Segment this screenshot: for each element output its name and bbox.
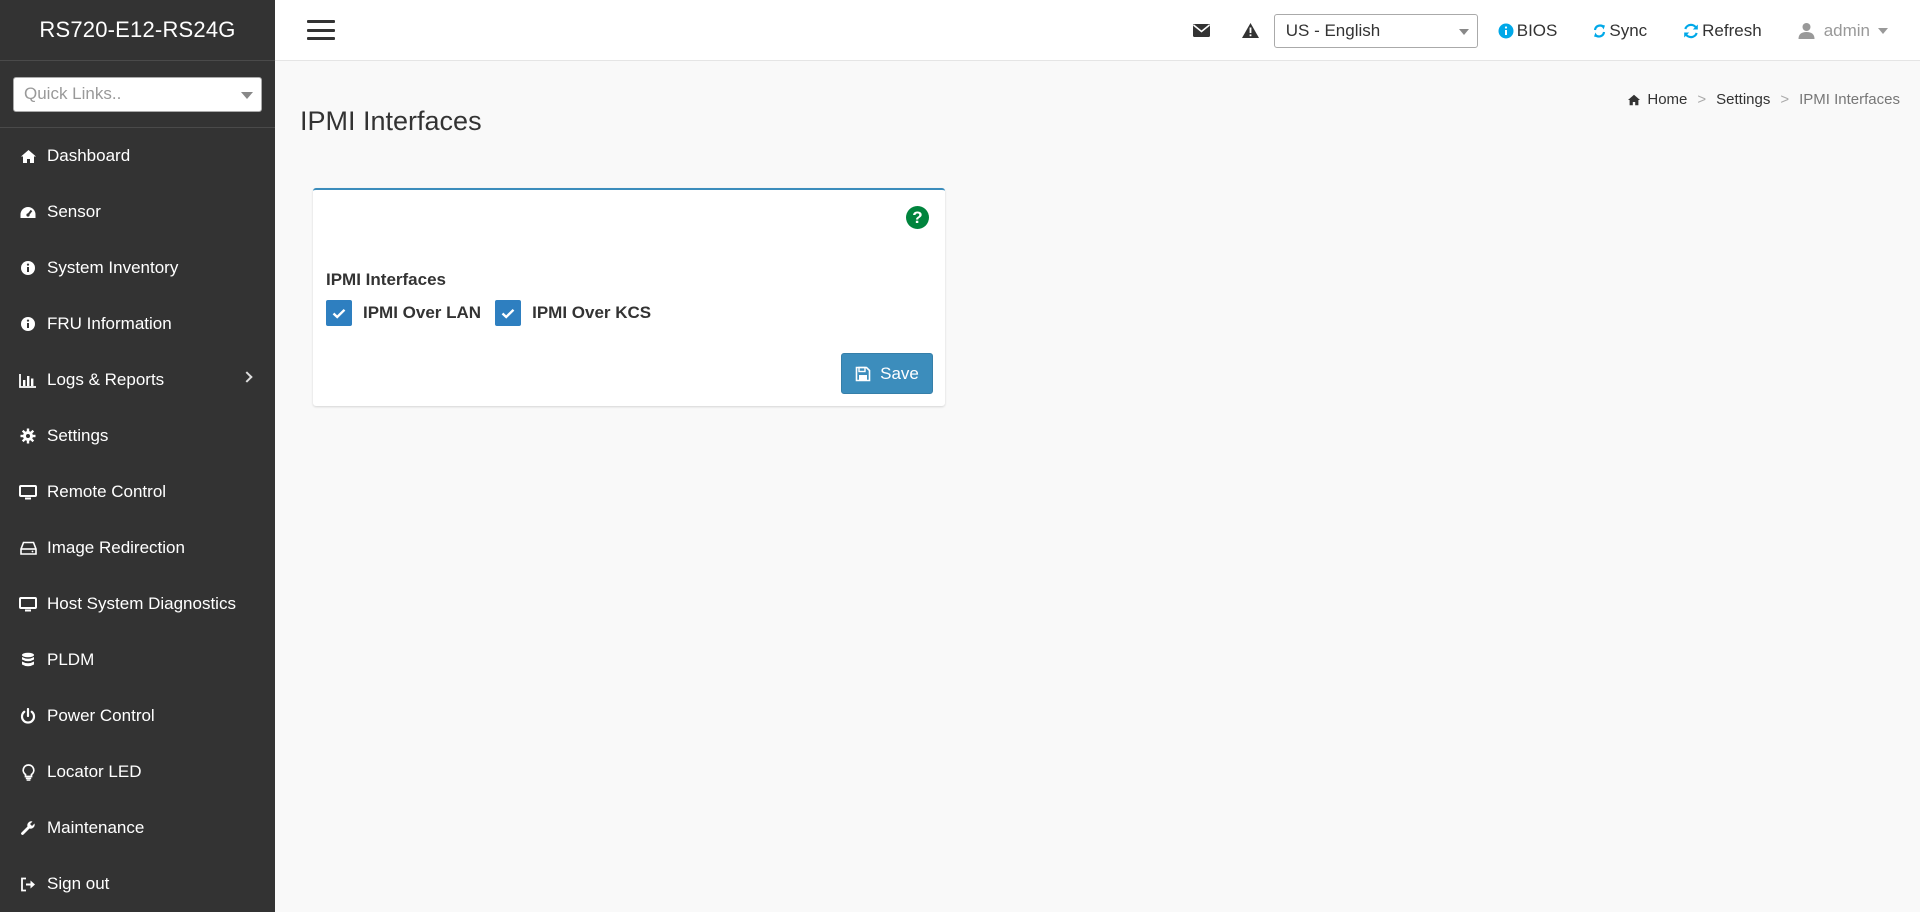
sidebar-item-label: FRU Information [47, 314, 172, 333]
user-menu[interactable]: admin [1798, 21, 1888, 41]
sidebar-item-logs-reports[interactable]: Logs & Reports [0, 352, 275, 408]
gear-icon [18, 427, 38, 445]
info-icon [18, 315, 38, 333]
section-label: IPMI Interfaces [326, 270, 446, 289]
dashboard-gauge-icon [18, 203, 38, 221]
ipmi-over-lan-checkbox[interactable]: IPMI Over LAN [326, 300, 481, 326]
checkbox-checked[interactable] [326, 300, 352, 326]
top-bar: US - English BIOS Sync Refresh admin [275, 0, 1920, 61]
sidebar-item-host-system-diagnostics[interactable]: Host System Diagnostics [0, 576, 275, 632]
info-circle-icon [1498, 23, 1514, 39]
chevron-down-icon [1458, 28, 1469, 35]
hdd-icon [18, 539, 38, 557]
sidebar-item-label: PLDM [47, 650, 95, 669]
lightbulb-icon [18, 763, 38, 781]
floppy-disk-icon [855, 366, 871, 381]
quick-links-container: Quick Links.. [0, 61, 275, 128]
chevron-down-icon [1878, 27, 1888, 34]
wrench-icon [18, 819, 38, 837]
user-label: admin [1823, 20, 1870, 40]
quick-links-placeholder: Quick Links.. [24, 84, 122, 103]
sidebar-item-label: Settings [47, 426, 109, 445]
check-icon [501, 308, 515, 319]
save-label: Save [880, 363, 919, 383]
breadcrumb-home-label: Home [1647, 91, 1688, 108]
sidebar-item-fru-information[interactable]: FRU Information [0, 296, 275, 352]
sidebar-item-label: Sensor [47, 202, 101, 221]
checkbox-label: IPMI Over KCS [532, 303, 652, 322]
sidebar-nav: Dashboard Sensor System Inventory FRU In… [0, 128, 275, 912]
sidebar-item-image-redirection[interactable]: Image Redirection [0, 520, 275, 576]
warning-icon[interactable] [1241, 22, 1260, 39]
envelope-icon[interactable] [1192, 23, 1211, 38]
hamburger-menu-icon[interactable] [307, 20, 335, 40]
sync-icon [1593, 23, 1606, 39]
checkbox-group: IPMI Over LAN IPMI Over KCS [326, 300, 665, 326]
top-right-controls: US - English BIOS Sync Refresh admin [1192, 0, 1920, 61]
sidebar-item-label: Sign out [47, 874, 110, 893]
bios-label: BIOS [1516, 20, 1558, 40]
ipmi-interfaces-card: ? IPMI Interfaces IPMI Over LAN IPMI Ove… [313, 188, 945, 406]
sidebar-item-pldm[interactable]: PLDM [0, 632, 275, 688]
sidebar: RS720-E12-RS24G Quick Links.. Dashboard … [0, 0, 275, 912]
monitor-icon [18, 595, 38, 613]
sidebar-item-sign-out[interactable]: Sign out [0, 856, 275, 912]
sidebar-item-power-control[interactable]: Power Control [0, 688, 275, 744]
sidebar-item-dashboard[interactable]: Dashboard [0, 128, 275, 184]
help-icon[interactable]: ? [906, 206, 929, 229]
sign-out-icon [18, 875, 38, 893]
refresh-icon [1683, 23, 1699, 39]
bios-link[interactable]: BIOS [1498, 20, 1558, 41]
refresh-link[interactable]: Refresh [1683, 21, 1762, 41]
sidebar-item-sensor[interactable]: Sensor [0, 184, 275, 240]
user-icon [1798, 22, 1815, 39]
info-icon [18, 259, 38, 277]
save-button[interactable]: Save [841, 353, 933, 394]
breadcrumb-settings[interactable]: Settings [1716, 91, 1770, 108]
ipmi-over-kcs-checkbox[interactable]: IPMI Over KCS [495, 300, 651, 326]
page-title: IPMI Interfaces [300, 106, 482, 136]
sync-label: Sync [1609, 20, 1648, 40]
chevron-down-icon [241, 91, 253, 99]
checkbox-label: IPMI Over LAN [363, 303, 482, 322]
breadcrumb-home[interactable]: Home [1627, 91, 1687, 108]
database-icon [18, 651, 38, 669]
sidebar-item-settings[interactable]: Settings [0, 408, 275, 464]
bar-chart-icon [18, 371, 38, 389]
monitor-icon [18, 483, 38, 501]
breadcrumb: Home > Settings > IPMI Interfaces [1627, 91, 1900, 108]
quick-links-select[interactable]: Quick Links.. [13, 76, 262, 112]
language-value: US - English [1285, 20, 1381, 40]
breadcrumb-separator: > [1780, 91, 1790, 108]
breadcrumb-current: IPMI Interfaces [1799, 91, 1900, 108]
sidebar-item-label: Remote Control [47, 482, 167, 501]
sidebar-item-remote-control[interactable]: Remote Control [0, 464, 275, 520]
sidebar-item-label: Logs & Reports [47, 370, 165, 389]
sidebar-item-label: Power Control [47, 706, 155, 725]
refresh-label: Refresh [1702, 20, 1762, 40]
home-icon [18, 147, 38, 165]
sidebar-item-label: Image Redirection [47, 538, 185, 557]
brand-title: RS720-E12-RS24G [0, 0, 275, 61]
sidebar-item-label: Maintenance [47, 818, 145, 837]
check-icon [332, 308, 346, 319]
language-select[interactable]: US - English [1273, 13, 1478, 48]
checkbox-checked[interactable] [495, 300, 522, 326]
sidebar-item-maintenance[interactable]: Maintenance [0, 800, 275, 856]
home-icon [1628, 94, 1641, 105]
sidebar-item-locator-led[interactable]: Locator LED [0, 744, 275, 800]
breadcrumb-separator: > [1697, 91, 1707, 108]
power-icon [18, 707, 38, 725]
sidebar-item-system-inventory[interactable]: System Inventory [0, 240, 275, 296]
sync-link[interactable]: Sync [1593, 21, 1647, 41]
sidebar-item-label: Locator LED [47, 762, 142, 781]
sidebar-item-label: System Inventory [47, 258, 179, 277]
sidebar-item-label: Host System Diagnostics [47, 594, 236, 613]
chevron-right-icon [241, 371, 253, 383]
sidebar-item-label: Dashboard [47, 146, 131, 165]
